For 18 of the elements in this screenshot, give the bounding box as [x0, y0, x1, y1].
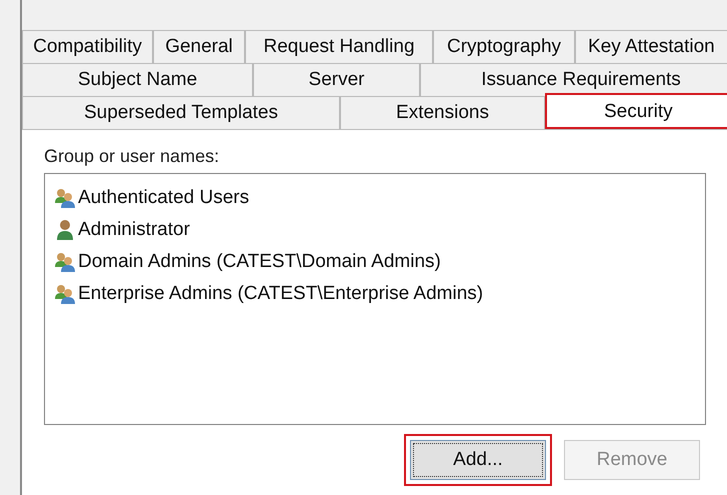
tab[interactable]: Extensions [340, 96, 545, 129]
tab[interactable]: Server [253, 63, 420, 96]
tab[interactable]: Request Handling [245, 30, 433, 63]
principal-name[interactable]: Domain Admins (CATEST\Domain Admins) [78, 251, 441, 273]
tab[interactable]: Key Attestation [575, 30, 727, 63]
principal-name[interactable]: Administrator [78, 219, 190, 241]
tab[interactable]: General [153, 30, 245, 63]
principal-name[interactable]: Authenticated Users [78, 187, 250, 209]
tab[interactable]: Cryptography [433, 30, 575, 63]
principal-list[interactable]: Authenticated Users Administrator Domain Admins (CATEST\Domain Admins) Enterprise Admins (CATEST\Enterprise Admins) [44, 173, 706, 425]
list-label: Group or user names: [44, 146, 220, 168]
tab[interactable]: Subject Name [22, 63, 253, 96]
dialog-button[interactable]: Add... [410, 440, 546, 480]
principal-name[interactable]: Enterprise Admins (CATEST\Enterprise Admins) [78, 283, 484, 305]
tab[interactable]: Compatibility [22, 30, 153, 63]
tab[interactable]: Security [545, 93, 727, 129]
tab[interactable]: Superseded Templates [22, 96, 340, 129]
tab[interactable]: Issuance Requirements [420, 63, 727, 96]
